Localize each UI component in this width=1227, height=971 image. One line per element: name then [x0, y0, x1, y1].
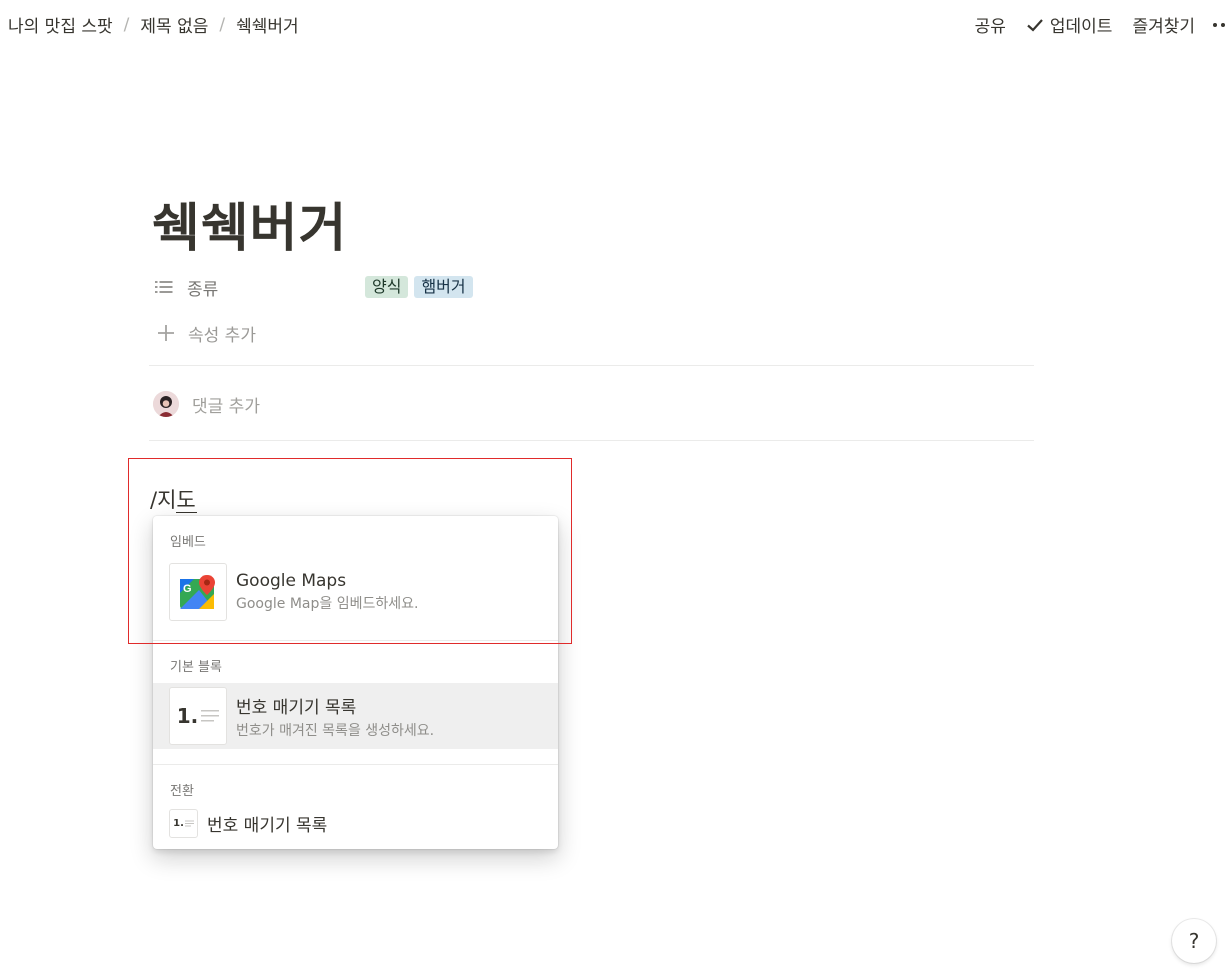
- updates-label: 업데이트: [1049, 17, 1113, 37]
- breadcrumb-separator: /: [123, 14, 130, 35]
- menu-divider: [153, 640, 558, 641]
- plus-icon: [154, 322, 178, 346]
- tag-hamburger[interactable]: 햄버거: [414, 276, 473, 298]
- add-comment-label: 댓글 추가: [192, 396, 260, 417]
- divider: [149, 365, 1034, 366]
- add-comment-button[interactable]: 댓글 추가: [153, 391, 260, 417]
- command-input[interactable]: /지도: [150, 484, 197, 514]
- avatar: [153, 391, 179, 417]
- menu-item-title: Google Maps: [236, 571, 347, 591]
- command-composing: 도: [176, 488, 197, 513]
- share-button[interactable]: 공유: [975, 12, 1006, 37]
- page-title[interactable]: 쉑쉑버거: [152, 186, 347, 261]
- section-label: 임베드: [170, 535, 206, 550]
- topbar: 나의 맛집 스팟 / 제목 없음 / 쉑쉑버거 공유 업데이트 즐겨찾기: [0, 0, 1227, 48]
- more-dots-icon[interactable]: [1213, 22, 1227, 27]
- add-property-button[interactable]: 속성 추가: [154, 321, 256, 346]
- menu-item-title: 번호 매기기 목록: [207, 815, 328, 836]
- menu-item-description: Google Map을 임베드하세요.: [236, 596, 419, 612]
- svg-text:G: G: [183, 583, 192, 595]
- slash-command-menu: 임베드 G Google Maps Google Map을 임베드하세요. 기본…: [153, 516, 558, 849]
- thumb-number: 1.: [176, 704, 199, 728]
- checkmark-icon: [1027, 18, 1043, 32]
- topbar-actions: 공유 업데이트 즐겨찾기: [975, 12, 1227, 37]
- breadcrumb: 나의 맛집 스팟 / 제목 없음 / 쉑쉑버거: [8, 12, 299, 38]
- property-name[interactable]: 종류: [187, 275, 352, 300]
- menu-divider: [153, 764, 558, 765]
- menu-item-google-maps[interactable]: G Google Maps Google Map을 임베드하세요.: [153, 561, 558, 623]
- list-icon: [154, 277, 174, 297]
- breadcrumb-item[interactable]: 제목 없음: [140, 12, 208, 37]
- property-row[interactable]: 종류 양식 햄버거: [154, 274, 1034, 300]
- divider: [149, 440, 1034, 441]
- favorite-button[interactable]: 즐겨찾기: [1132, 12, 1195, 37]
- breadcrumb-separator: /: [219, 14, 226, 35]
- menu-item-numbered-list[interactable]: 1. 번호 매기기 목록 번호가 매겨진 목록을 생성하세요.: [153, 683, 558, 749]
- thumb-number: 1.: [173, 817, 184, 829]
- add-property-label: 속성 추가: [188, 326, 256, 346]
- command-typed: /지: [150, 488, 177, 512]
- menu-item-description: 번호가 매겨진 목록을 생성하세요.: [236, 722, 435, 739]
- section-label: 기본 블록: [170, 660, 222, 675]
- section-label: 전환: [170, 784, 194, 799]
- numbered-list-icon: 1.: [169, 808, 198, 838]
- menu-item-title: 번호 매기기 목록: [236, 697, 357, 718]
- numbered-list-icon: 1.: [169, 687, 227, 745]
- breadcrumb-item[interactable]: 나의 맛집 스팟: [8, 12, 113, 37]
- updates-button[interactable]: 업데이트: [1026, 12, 1113, 37]
- tag-western[interactable]: 양식: [365, 276, 409, 298]
- breadcrumb-item-current[interactable]: 쉑쉑버거: [236, 12, 299, 37]
- menu-item-turn-into-numbered-list[interactable]: 1. 번호 매기기 목록: [153, 807, 558, 839]
- help-button[interactable]: ?: [1172, 919, 1216, 963]
- google-maps-icon: G: [169, 563, 227, 621]
